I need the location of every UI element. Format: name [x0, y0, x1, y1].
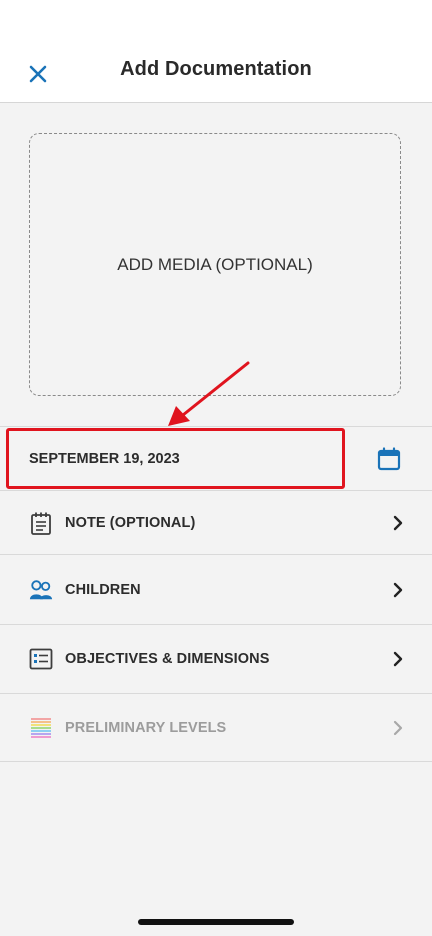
note-label: NOTE (OPTIONAL)	[65, 514, 196, 531]
chevron-right-icon	[392, 720, 404, 736]
chevron-right-icon	[392, 515, 404, 531]
objectives-icon	[29, 647, 53, 671]
children-row[interactable]: CHILDREN	[0, 554, 432, 624]
children-label: CHILDREN	[65, 581, 141, 598]
note-icon	[29, 511, 53, 535]
preliminary-levels-label: PRELIMINARY LEVELS	[65, 719, 227, 736]
calendar-icon	[377, 446, 401, 470]
note-row[interactable]: NOTE (OPTIONAL)	[0, 490, 432, 554]
chevron-right-icon	[392, 651, 404, 667]
objectives-row[interactable]: OBJECTIVES & DIMENSIONS	[0, 624, 432, 693]
preliminary-levels-row[interactable]: PRELIMINARY LEVELS	[0, 693, 432, 761]
list-divider	[0, 761, 432, 762]
date-highlight-box	[6, 428, 345, 489]
home-indicator[interactable]	[138, 919, 294, 925]
calendar-button[interactable]	[376, 446, 402, 472]
chevron-right-icon	[392, 582, 404, 598]
levels-icon	[29, 716, 53, 740]
objectives-label: OBJECTIVES & DIMENSIONS	[65, 651, 270, 667]
children-icon	[29, 578, 53, 602]
